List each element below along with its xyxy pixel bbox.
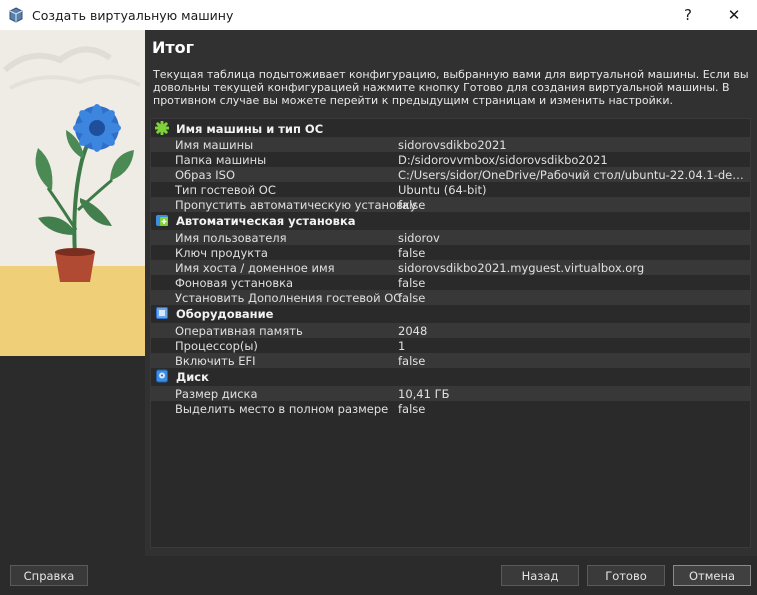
disk-icon [156, 369, 168, 383]
row-key: Включить EFI [175, 354, 256, 368]
row-key: Размер диска [175, 387, 258, 401]
table-row[interactable]: Процессор(ы) 1 [151, 338, 750, 353]
finish-button[interactable]: Готово [587, 565, 665, 586]
table-row[interactable]: Включить EFI false [151, 353, 750, 368]
group-title: Диск [176, 370, 209, 384]
row-value: false [398, 198, 426, 212]
group-header-auto-install[interactable]: Автоматическая установка [151, 213, 750, 228]
help-icon[interactable]: ? [665, 0, 711, 30]
table-row[interactable]: Фоновая установка false [151, 275, 750, 290]
row-key: Пропустить автоматическую установку [175, 198, 417, 212]
table-row[interactable]: Размер диска 10,41 ГБ [151, 386, 750, 401]
group-header-disk[interactable]: Диск [151, 369, 750, 384]
row-key: Образ ISO [175, 168, 236, 182]
row-value: Ubuntu (64-bit) [398, 183, 487, 197]
row-value: sidorov [398, 231, 440, 245]
wizard-illustration [0, 30, 145, 356]
table-row[interactable]: Тип гостевой ОС Ubuntu (64-bit) [151, 182, 750, 197]
row-value: 1 [398, 339, 406, 353]
row-key: Фоновая установка [175, 276, 294, 290]
group-header-hardware[interactable]: Оборудование [151, 306, 750, 321]
row-key: Оперативная память [175, 324, 303, 338]
group-title: Оборудование [176, 307, 274, 321]
virtualbox-app-icon [9, 7, 23, 23]
table-row[interactable]: Образ ISO C:/Users/sidor/OneDrive/Рабочи… [151, 167, 750, 182]
row-key: Тип гостевой ОС [175, 183, 276, 197]
table-row[interactable]: Имя пользователя sidorov [151, 230, 750, 245]
page-description: Текущая таблица подытоживает конфигураци… [153, 68, 749, 108]
row-key: Процессор(ы) [175, 339, 258, 353]
page-title: Итог [152, 38, 195, 57]
summary-page: Итог Текущая таблица подытоживает конфиг… [145, 30, 757, 556]
back-button[interactable]: Назад [501, 565, 579, 586]
group-header-name-os[interactable]: Имя машины и тип ОС [151, 121, 750, 136]
table-row[interactable]: Пропустить автоматическую установку fals… [151, 197, 750, 212]
summary-tree[interactable]: Имя машины и тип ОС Имя машины sidorovsd… [150, 118, 751, 548]
row-key: Имя машины [175, 138, 254, 152]
row-key: Папка машины [175, 153, 267, 167]
row-value: sidorovsdikbo2021 [398, 138, 507, 152]
cancel-button[interactable]: Отмена [673, 565, 751, 586]
row-value: 2048 [398, 324, 428, 338]
auto-install-icon [156, 215, 168, 226]
row-value: false [398, 246, 426, 260]
green-star-icon [155, 121, 169, 135]
table-row[interactable]: Папка машины D:/sidorovvmbox/sidorovsdik… [151, 152, 750, 167]
table-row[interactable]: Установить Дополнения гостевой ОС false [151, 290, 750, 305]
window-title: Создать виртуальную машину [32, 7, 234, 23]
help-button[interactable]: Справка [10, 565, 88, 586]
row-value: sidorovsdikbo2021.myguest.virtualbox.org [398, 261, 645, 275]
group-title: Автоматическая установка [176, 214, 356, 228]
row-value: false [398, 276, 426, 290]
row-value: 10,41 ГБ [398, 387, 450, 401]
row-value: C:/Users/sidor/OneDrive/Рабочий стол/ubu… [398, 168, 748, 182]
row-value: false [398, 291, 426, 305]
close-icon[interactable]: ✕ [711, 0, 757, 30]
row-value: false [398, 402, 426, 416]
table-row[interactable]: Ключ продукта false [151, 245, 750, 260]
window-titlebar: Создать виртуальную машину ? ✕ [0, 0, 757, 30]
row-key: Ключ продукта [175, 246, 268, 260]
table-row[interactable]: Имя машины sidorovsdikbo2021 [151, 137, 750, 152]
row-key: Выделить место в полном размере [175, 402, 389, 416]
table-row[interactable]: Выделить место в полном размере false [151, 401, 750, 416]
row-key: Установить Дополнения гостевой ОС [175, 291, 402, 305]
chip-icon [156, 307, 168, 319]
table-row[interactable]: Имя хоста / доменное имя sidorovsdikbo20… [151, 260, 750, 275]
group-title: Имя машины и тип ОС [176, 122, 324, 136]
row-key: Имя хоста / доменное имя [175, 261, 335, 275]
table-row[interactable]: Оперативная память 2048 [151, 323, 750, 338]
dialog-footer: Справка Назад Готово Отмена [0, 556, 757, 595]
row-value: D:/sidorovvmbox/sidorovsdikbo2021 [398, 153, 608, 167]
row-key: Имя пользователя [175, 231, 287, 245]
row-value: false [398, 354, 426, 368]
